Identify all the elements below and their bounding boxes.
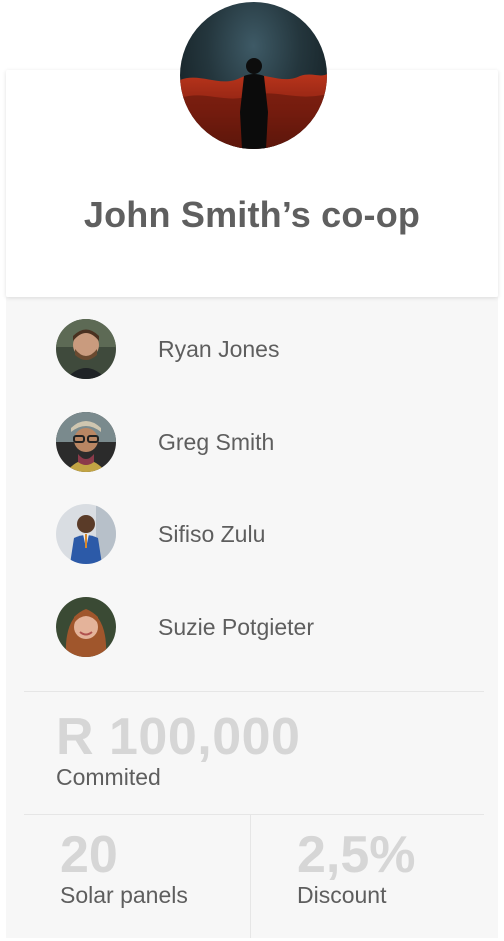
solar-panels-value: 20 (60, 826, 118, 884)
group-title: John Smith’s co-op (83, 194, 421, 235)
discount-value: 2,5% (297, 826, 416, 884)
member-avatar (56, 319, 116, 379)
coop-screen: John Smith’s co-op Ryan Jones Greg Smith… (0, 0, 504, 941)
solar-panels-label: Solar panels (60, 882, 188, 908)
group-avatar (180, 2, 327, 149)
member-name: Greg Smith (158, 429, 275, 455)
member-row-suzie[interactable]: Suzie Potgieter (56, 597, 476, 657)
member-name: Ryan Jones (158, 336, 280, 362)
members-panel: Ryan Jones Greg Smith Sifiso Zulu Suzie … (6, 297, 498, 938)
divider (24, 691, 484, 692)
member-name: Sifiso Zulu (158, 521, 266, 547)
stat-divider (250, 815, 251, 938)
committed-label: Commited (56, 764, 161, 790)
divider (24, 814, 484, 815)
member-avatar (56, 504, 116, 564)
member-row-greg[interactable]: Greg Smith (56, 412, 476, 472)
member-avatar (56, 412, 116, 472)
discount-label: Discount (297, 882, 387, 908)
member-row-sifiso[interactable]: Sifiso Zulu (56, 504, 476, 564)
member-row-ryan[interactable]: Ryan Jones (56, 319, 476, 379)
committed-amount: R 100,000 (56, 708, 301, 766)
member-avatar (56, 597, 116, 657)
member-name: Suzie Potgieter (158, 614, 314, 640)
